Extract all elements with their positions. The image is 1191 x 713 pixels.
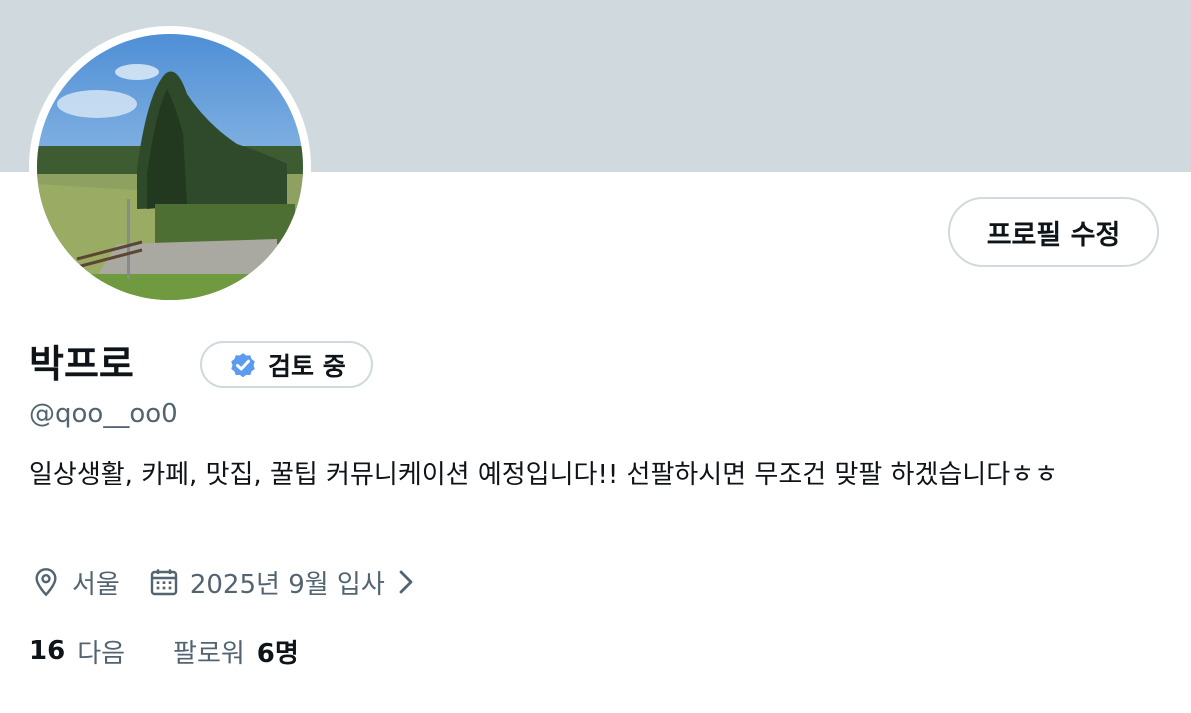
- verification-status-label: 검토 중: [268, 351, 346, 381]
- following-label: 다음: [77, 638, 126, 669]
- location-pin-icon: [35, 568, 57, 597]
- profile-name: 박프로: [29, 342, 134, 386]
- verified-badge-icon: [231, 352, 255, 377]
- profile-meta: 서울 2025년 9월 입사: [30, 562, 417, 602]
- verification-status-badge[interactable]: 검토 중: [200, 341, 373, 388]
- joined-date-text: 2025년 9월 입사: [189, 569, 385, 600]
- following-count: 16: [29, 636, 66, 666]
- edit-profile-button[interactable]: 프로필 수정: [948, 197, 1159, 267]
- calendar-icon: [150, 569, 178, 596]
- avatar[interactable]: [29, 26, 311, 308]
- followers-count: 6명: [256, 638, 299, 669]
- location-item: 서울: [30, 564, 120, 601]
- profile-handle: @qoo__oo0: [29, 399, 178, 429]
- following-link[interactable]: 16 다음: [29, 633, 125, 670]
- joined-date-link[interactable]: 2025년 9월 입사: [148, 564, 417, 601]
- chevron-right-icon: [395, 567, 417, 597]
- location-text: 서울: [72, 569, 120, 600]
- profile-bio: 일상생활, 카페, 맛집, 꿀팁 커뮤니케이션 예정입니다!! 선팔하시면 무조…: [29, 460, 1058, 490]
- followers-label: 팔로워: [173, 638, 245, 669]
- followers-link[interactable]: 팔로워 6명: [173, 633, 299, 670]
- avatar-image: [37, 34, 303, 300]
- profile-stats: 16 다음 팔로워 6명: [29, 631, 299, 671]
